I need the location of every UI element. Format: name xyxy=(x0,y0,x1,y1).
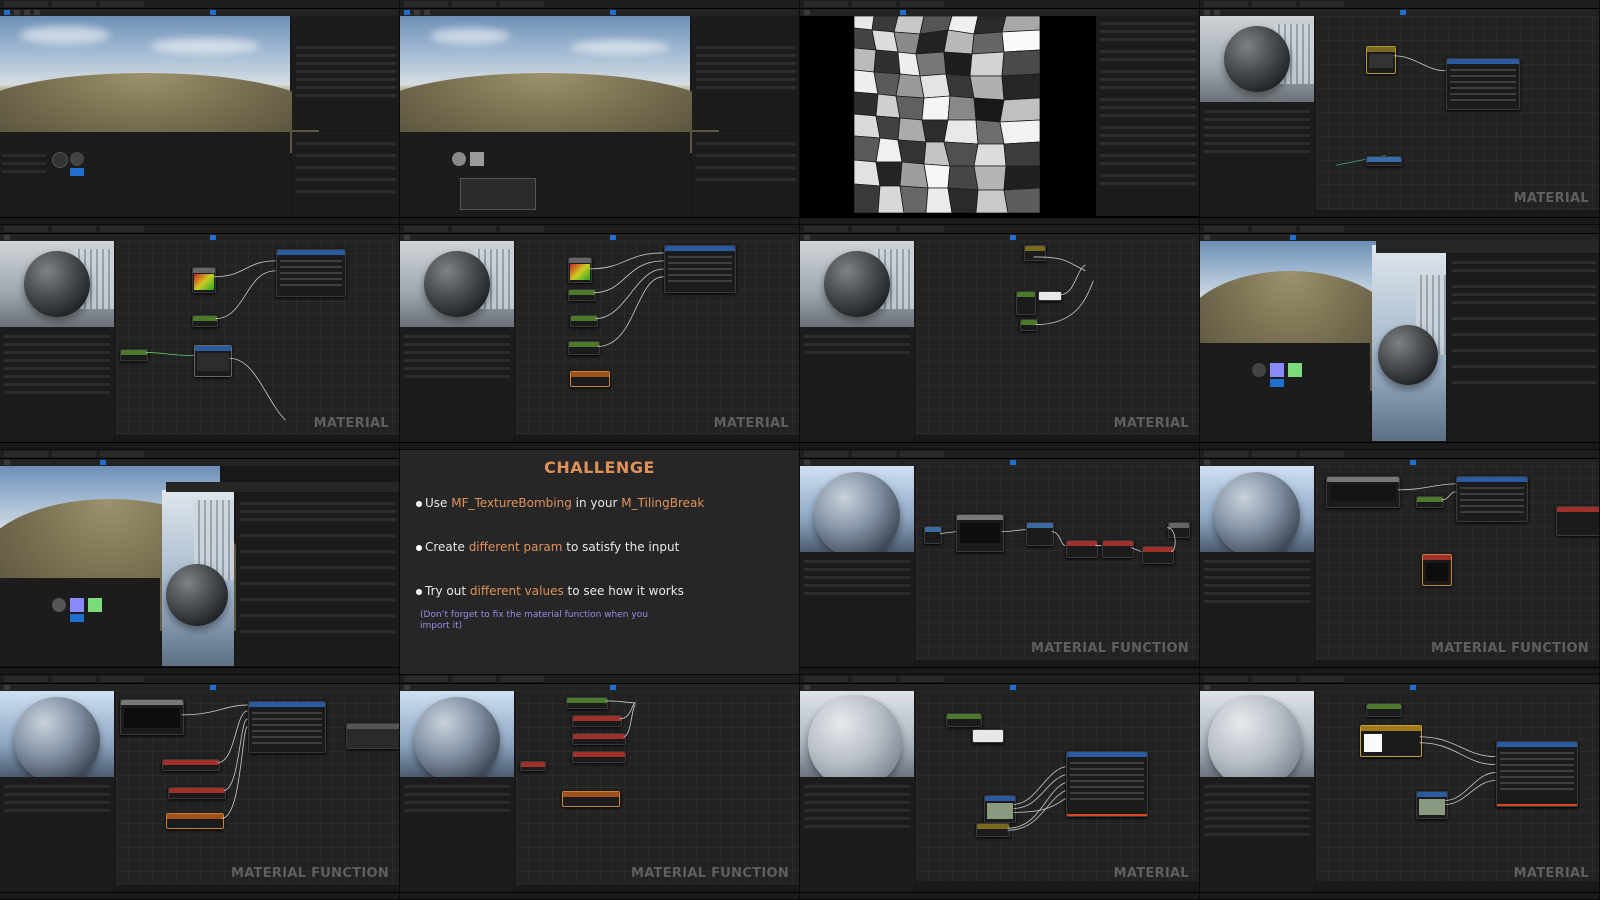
tile-material-function-2: MATERIAL FUNCTION xyxy=(1200,450,1600,675)
challenge-title: CHALLENGE xyxy=(544,458,655,477)
material-preview[interactable] xyxy=(1200,466,1314,552)
challenge-note: (Don’t forget to fix the material functi… xyxy=(420,610,648,631)
outliner-panel xyxy=(292,16,399,130)
section-label: MATERIAL FUNCTION xyxy=(1430,641,1589,656)
material-graph[interactable] xyxy=(1316,691,1599,885)
tile-challenge-slide: CHALLENGE Use MF_TextureBombing in your … xyxy=(400,450,800,675)
tile-material-function-1: MATERIAL FUNCTION xyxy=(800,450,1200,675)
material-function-graph[interactable] xyxy=(116,691,399,885)
material-instance-panel xyxy=(1376,241,1599,253)
material-graph[interactable] xyxy=(116,241,399,435)
section-label: MATERIAL xyxy=(1113,866,1189,881)
tile-landscape-material-editor xyxy=(1200,225,1600,450)
section-label: MATERIAL xyxy=(313,416,389,431)
bullet-icon xyxy=(416,588,422,595)
tile-material-graph-4: MATERIAL xyxy=(800,225,1200,450)
material-preview[interactable] xyxy=(1200,16,1314,102)
material-graph[interactable] xyxy=(1316,16,1599,210)
tile-landscape-1 xyxy=(0,0,400,225)
tile-material-graph-6: MATERIAL xyxy=(1200,675,1600,900)
editor-toolbar xyxy=(0,9,399,16)
video-thumbnail-grid: MATERIAL MATERIAL MATERIAL MATERIAL CHAL… xyxy=(0,0,1600,900)
viewport[interactable] xyxy=(1200,241,1398,391)
material-graph[interactable] xyxy=(516,241,799,435)
viewport[interactable] xyxy=(400,16,719,153)
challenge-item-3: Try out different values to see how it w… xyxy=(416,584,684,598)
tile-material-graph-1: MATERIAL xyxy=(1200,0,1600,225)
bullet-icon xyxy=(416,544,422,551)
section-label: MATERIAL xyxy=(1513,866,1589,881)
section-label: MATERIAL xyxy=(713,416,789,431)
section-label: MATERIAL FUNCTION xyxy=(1030,641,1189,656)
material-preview[interactable] xyxy=(0,241,114,327)
material-preview[interactable] xyxy=(0,691,114,777)
material-preview[interactable] xyxy=(800,466,914,552)
material-preview[interactable] xyxy=(800,241,914,327)
material-graph[interactable] xyxy=(916,241,1199,435)
material-preview[interactable] xyxy=(400,241,514,327)
voronoi-texture-preview xyxy=(854,16,1040,213)
section-label: MATERIAL FUNCTION xyxy=(630,866,789,881)
texture-details-panel xyxy=(1096,16,1199,216)
tile-material-graph-3: MATERIAL xyxy=(400,225,800,450)
details-panel xyxy=(292,132,399,217)
challenge-item-1: Use MF_TextureBombing in your M_TilingBr… xyxy=(416,496,704,510)
material-preview[interactable] xyxy=(1200,691,1314,777)
tile-landscape-2 xyxy=(400,0,800,225)
material-preview[interactable] xyxy=(400,691,514,777)
tile-landscape-material-editor-2 xyxy=(0,450,400,675)
material-preview[interactable] xyxy=(800,691,914,777)
tile-voronoi-texture xyxy=(800,0,1200,225)
tile-material-graph-2: MATERIAL xyxy=(0,225,400,450)
material-function-graph[interactable] xyxy=(1316,466,1599,660)
section-label: MATERIAL xyxy=(1113,416,1189,431)
content-browser xyxy=(0,132,290,217)
section-label: MATERIAL xyxy=(1513,191,1589,206)
material-function-graph[interactable] xyxy=(916,466,1199,660)
section-label: MATERIAL FUNCTION xyxy=(230,866,389,881)
tile-material-graph-5: MATERIAL xyxy=(800,675,1200,900)
editor-tabbar xyxy=(0,0,399,9)
material-function-graph[interactable] xyxy=(516,691,799,885)
bullet-icon xyxy=(416,500,422,507)
material-graph[interactable] xyxy=(916,691,1199,885)
tile-material-function-4: MATERIAL FUNCTION xyxy=(400,675,800,900)
challenge-item-2: Create different param to satisfy the in… xyxy=(416,540,679,554)
viewport[interactable] xyxy=(0,16,319,153)
tile-material-function-3: MATERIAL FUNCTION xyxy=(0,675,400,900)
